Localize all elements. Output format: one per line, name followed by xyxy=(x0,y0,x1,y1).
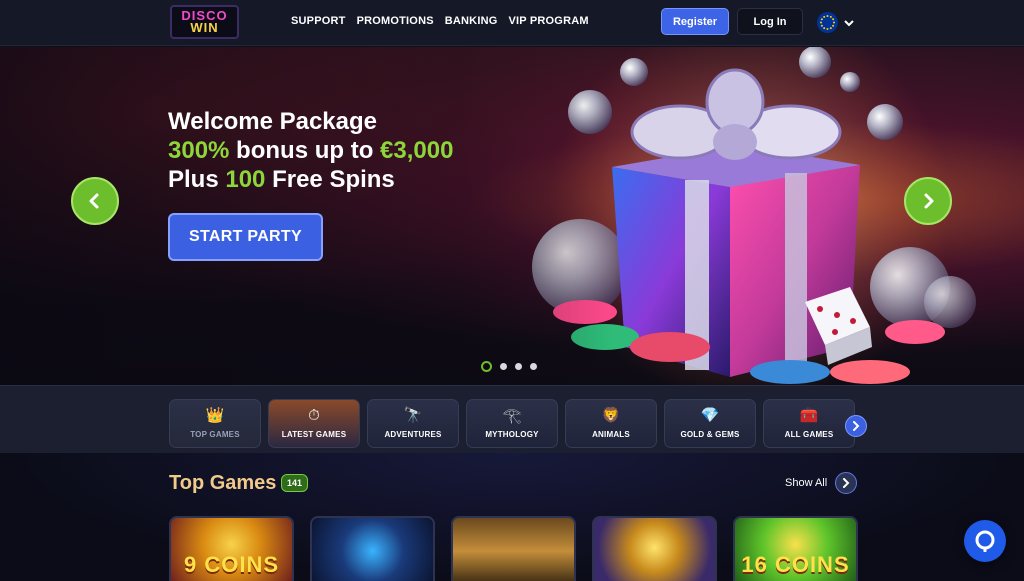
carousel-dot-3[interactable] xyxy=(515,363,522,370)
category-adventures[interactable]: 🔭 ADVENTURES xyxy=(367,399,459,448)
login-button[interactable]: Log In xyxy=(737,8,803,35)
carousel-dots xyxy=(481,361,537,372)
game-card-9-coins[interactable]: 9 COINS xyxy=(169,516,294,581)
crown-icon: 👑 xyxy=(205,407,225,424)
carousel-prev-button[interactable] xyxy=(71,177,119,225)
hero-banner: Welcome Package 300% bonus up to €3,000 … xyxy=(0,47,1024,385)
treasure-chest-icon: 🧰 xyxy=(799,407,819,424)
show-all-label: Show All xyxy=(785,477,828,489)
hero-line-3: Plus 100 Free Spins xyxy=(168,165,453,194)
bonus-text: bonus up to xyxy=(229,137,381,164)
lion-icon: 🦁 xyxy=(601,407,621,424)
nav-vip-program[interactable]: VIP PROGRAM xyxy=(508,15,588,27)
hero-headline: Welcome Package 300% bonus up to €3,000 … xyxy=(168,107,453,194)
category-list: 👑 TOP GAMES ⏱ LATEST GAMES 🔭 ADVENTURES … xyxy=(169,399,855,448)
start-party-button[interactable]: START PARTY xyxy=(168,213,323,261)
chevron-left-icon xyxy=(89,193,99,209)
carousel-next-button[interactable] xyxy=(904,177,952,225)
chat-icon xyxy=(975,530,995,552)
site-logo[interactable]: DISCO WIN xyxy=(170,5,239,39)
nav-banking[interactable]: BANKING xyxy=(445,15,498,27)
game-card-temple[interactable] xyxy=(592,516,717,581)
game-card-16-coins[interactable]: 16 COINS xyxy=(733,516,858,581)
section-title: Top Games xyxy=(169,472,277,494)
carousel-dot-4[interactable] xyxy=(530,363,537,370)
spyglass-icon: 🔭 xyxy=(403,407,423,424)
carousel-dot-1[interactable] xyxy=(481,361,492,372)
game-list: 9 COINS 16 COINS xyxy=(169,516,858,581)
chevron-down-icon xyxy=(844,19,854,26)
game-title-art: 9 COINS xyxy=(183,552,280,577)
category-gold-gems[interactable]: 💎 GOLD & GEMS xyxy=(664,399,756,448)
hero-line-1: Welcome Package xyxy=(168,108,378,135)
game-title-art: 16 COINS xyxy=(741,552,850,577)
hero-line-2: 300% bonus up to €3,000 xyxy=(168,136,453,165)
category-animals[interactable]: 🦁 ANIMALS xyxy=(565,399,657,448)
spins-prefix: Plus xyxy=(168,166,226,193)
chevron-right-icon xyxy=(843,478,850,488)
category-label: ANIMALS xyxy=(592,430,630,439)
category-latest-games[interactable]: ⏱ LATEST GAMES xyxy=(268,399,360,448)
show-all-button[interactable] xyxy=(835,472,858,494)
games-count-badge: 141 xyxy=(281,474,308,492)
bonus-amount: €3,000 xyxy=(380,137,454,164)
category-top-games[interactable]: 👑 TOP GAMES xyxy=(169,399,261,448)
nav-support[interactable]: SUPPORT xyxy=(291,15,346,27)
carousel-dot-2[interactable] xyxy=(500,363,507,370)
main-nav: SUPPORT PROMOTIONS BANKING VIP PROGRAM xyxy=(291,15,589,27)
chevron-right-icon xyxy=(924,193,934,209)
category-all-games[interactable]: 🧰 ALL GAMES xyxy=(763,399,855,448)
category-label: LATEST GAMES xyxy=(281,430,347,439)
logo-text-win: WIN xyxy=(190,20,219,35)
gems-icon: 💎 xyxy=(700,407,720,424)
category-label: ADVENTURES xyxy=(384,430,442,439)
bonus-percent: 300% xyxy=(168,137,230,164)
category-mythology[interactable]: 𓂀 MYTHOLOGY xyxy=(466,399,558,448)
register-button[interactable]: Register xyxy=(661,8,729,35)
category-bar: 👑 TOP GAMES ⏱ LATEST GAMES 🔭 ADVENTURES … xyxy=(0,385,1024,453)
stopwatch-icon: ⏱ xyxy=(308,407,320,424)
game-card-wizard[interactable] xyxy=(310,516,435,581)
category-scroll-next-button[interactable] xyxy=(845,415,867,437)
spins-suffix: Free Spins xyxy=(265,166,395,193)
language-selector[interactable] xyxy=(817,12,854,33)
pharaoh-icon: 𓂀 xyxy=(502,407,522,424)
nav-promotions[interactable]: PROMOTIONS xyxy=(357,15,434,27)
category-label: ALL GAMES xyxy=(784,430,834,439)
top-header: DISCO WIN SUPPORT PROMOTIONS BANKING VIP… xyxy=(0,0,1024,46)
top-games-section: Top Games 141 Show All 9 COINS 16 COINS xyxy=(0,453,1024,581)
spins-count: 100 xyxy=(225,166,266,193)
category-label: GOLD & GEMS xyxy=(680,430,740,439)
category-label: TOP GAMES xyxy=(190,430,240,439)
category-label: MYTHOLOGY xyxy=(485,430,539,439)
live-chat-button[interactable] xyxy=(964,520,1006,562)
chevron-right-icon xyxy=(853,421,860,431)
game-card-adventure[interactable] xyxy=(451,516,576,581)
show-all-link[interactable]: Show All xyxy=(785,472,858,494)
eu-flag-icon xyxy=(817,12,838,33)
